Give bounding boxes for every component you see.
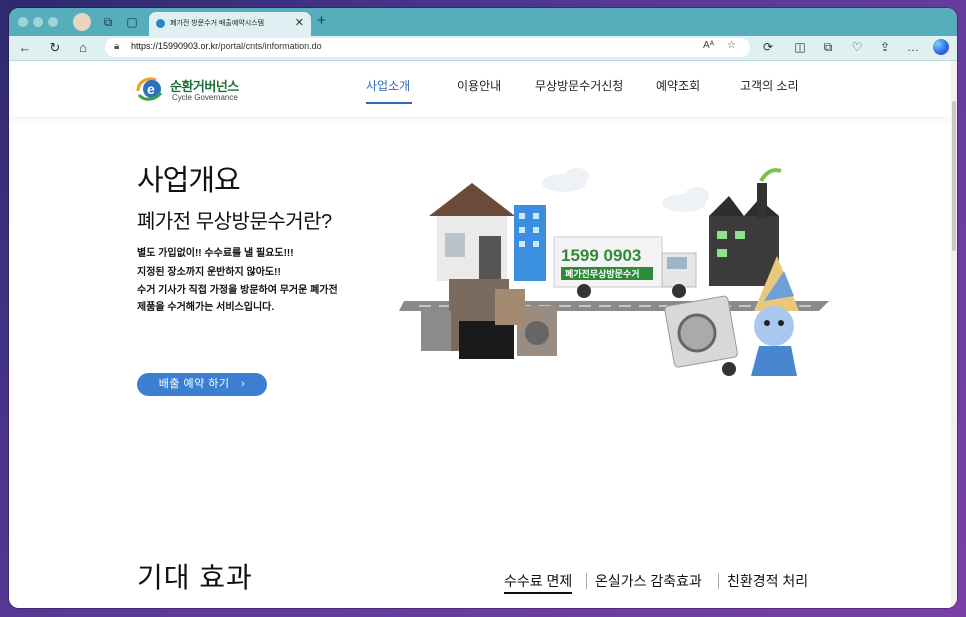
- truck-phone-number: 1599 0903: [561, 246, 641, 265]
- split-screen-icon[interactable]: ◫: [792, 40, 808, 54]
- nav-free-pickup-request[interactable]: 무상방문수거신청: [535, 77, 623, 94]
- minimize-window-button[interactable]: [33, 17, 43, 27]
- waste-appliances-icon: [421, 279, 557, 359]
- browser-toolbar: ← ↻ ⌂ 🔒︎ https://15990903.or.kr/portal/c…: [9, 36, 957, 61]
- tab-actions-icon[interactable]: ▢: [124, 14, 140, 30]
- more-menu-icon[interactable]: …: [905, 40, 921, 54]
- nav-reservation-lookup[interactable]: 예약조회: [656, 77, 700, 94]
- site-favicon-icon: [156, 19, 165, 28]
- chevron-right-icon: ›: [241, 378, 246, 390]
- copilot-icon[interactable]: [933, 39, 949, 55]
- close-tab-icon[interactable]: ✕: [295, 16, 304, 29]
- url-path: /portal/cnts/information.do: [218, 41, 322, 51]
- site-logo[interactable]: e 순환거버넌스 Cycle Governance: [136, 73, 266, 107]
- refresh-icon[interactable]: ↻: [47, 40, 63, 56]
- effect-separator: [586, 573, 587, 589]
- effect-tab-ghg-reduction[interactable]: 온실가스 감축효과: [595, 571, 702, 591]
- site-header: e 순환거버넌스 Cycle Governance 사업소개 이용안내 무상방문…: [9, 61, 951, 117]
- cloud-icon: [542, 168, 709, 212]
- scrollbar-thumb[interactable]: [952, 101, 956, 251]
- address-bar[interactable]: 🔒︎ https://15990903.or.kr/portal/cnts/in…: [105, 38, 750, 57]
- maximize-window-button[interactable]: [48, 17, 58, 27]
- nav-business-intro[interactable]: 사업소개: [366, 77, 410, 94]
- share-icon[interactable]: ⇪: [877, 40, 893, 54]
- favorites-icon[interactable]: ♡: [849, 40, 865, 54]
- reserve-pickup-button[interactable]: 배출 예약 하기 ›: [137, 373, 267, 396]
- pickup-truck-icon: 1599 0903 폐가전무상방문수거: [553, 236, 697, 298]
- intro-line-4: 제품을 수거해가는 서비스입니다.: [137, 302, 275, 313]
- extension-puzzle-icon[interactable]: ⟳: [760, 40, 776, 54]
- svg-text:e: e: [147, 81, 155, 97]
- intro-line-2: 지정된 장소까지 운반하지 않아도!!: [137, 267, 281, 278]
- read-aloud-icon[interactable]: Aᴬ: [703, 40, 714, 51]
- nav-customer-voice[interactable]: 고객의 소리: [740, 77, 799, 94]
- tab-title: 폐가전 방문수거 배출예약시스템: [170, 20, 265, 27]
- home-icon[interactable]: ⌂: [75, 40, 91, 56]
- tab-active[interactable]: 폐가전 방문수거 배출예약시스템 ✕: [149, 12, 311, 36]
- page-scrollbar[interactable]: [951, 61, 957, 608]
- washing-machine-icon: [664, 295, 738, 376]
- logo-english-text: Cycle Governance: [172, 93, 238, 102]
- reserve-pickup-label: 배출 예약 하기: [158, 378, 230, 390]
- url-text[interactable]: https://15990903.or.kr/portal/cnts/infor…: [131, 41, 322, 51]
- new-tab-icon[interactable]: +: [317, 12, 326, 29]
- favorite-star-icon[interactable]: ☆: [727, 40, 736, 51]
- expected-effects-title: 기대 효과: [137, 562, 253, 593]
- lock-icon: 🔒︎: [114, 41, 120, 52]
- nav-usage-guide[interactable]: 이용안내: [457, 77, 501, 94]
- intro-line-1: 별도 가입없이!! 수수료를 낼 필요도!!!: [137, 248, 294, 259]
- collections-toolbar-icon[interactable]: ⧉: [820, 40, 836, 55]
- active-menu-underline: [366, 102, 412, 104]
- back-icon[interactable]: ←: [17, 40, 33, 56]
- browser-window: ⧉ ▢ 폐가전 방문수거 배출예약시스템 ✕ + ← ↻ ⌂ 🔒︎ https:…: [9, 8, 957, 608]
- logo-e-icon: e: [136, 77, 163, 101]
- collections-icon[interactable]: ⧉: [100, 14, 116, 30]
- tab-strip: ⧉ ▢ 폐가전 방문수거 배출예약시스템 ✕ +: [9, 8, 957, 36]
- effect-separator: [718, 573, 719, 589]
- house-icon: [429, 183, 515, 281]
- close-window-button[interactable]: [18, 17, 28, 27]
- factory-icon: [709, 168, 782, 286]
- page-title: 사업개요: [137, 165, 241, 197]
- truck-service-text: 폐가전무상방문수거: [565, 268, 640, 279]
- effect-tab-eco-processing[interactable]: 친환경적 처리: [727, 571, 808, 591]
- web-page: e 순환거버넌스 Cycle Governance 사업소개 이용안내 무상방문…: [9, 61, 951, 608]
- effect-tab-fee-exemption[interactable]: 수수료 면제: [504, 571, 573, 594]
- page-subtitle: 폐가전 무상방문수거란?: [137, 211, 332, 233]
- intro-line-3: 수거 기사가 직접 가정을 방문하여 무거운 폐가전: [137, 285, 338, 296]
- url-host: https://15990903.or.kr: [131, 41, 219, 51]
- pickup-service-illustration: 1599 0903 폐가전무상방문수거: [399, 168, 829, 376]
- profile-avatar-icon[interactable]: [73, 13, 91, 31]
- building-icon: [514, 205, 546, 281]
